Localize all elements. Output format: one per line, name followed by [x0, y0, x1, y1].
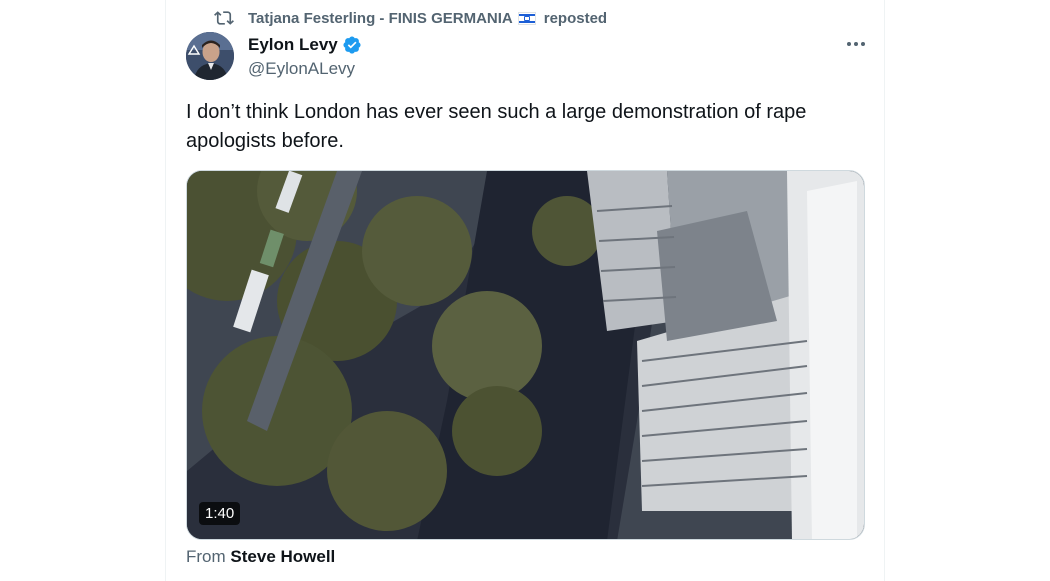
media-source: From Steve Howell — [186, 547, 335, 567]
tweet-text: I don’t think London has ever seen such … — [186, 101, 807, 152]
video-duration: 1:40 — [199, 502, 241, 525]
tweet-column: Tatjana Festerling - FINIS GERMANIA repo… — [165, 0, 885, 581]
more-options-icon[interactable] — [841, 34, 871, 54]
repost-banner[interactable]: Tatjana Festerling - FINIS GERMANIA repo… — [214, 8, 607, 28]
verified-badge-icon — [343, 36, 361, 54]
video-player[interactable]: 1:40 — [186, 170, 865, 540]
avatar[interactable] — [186, 32, 234, 80]
israel-flag-icon — [517, 11, 536, 25]
author-block: Eylon Levy @EylonALevy — [248, 35, 362, 79]
source-prefix: From — [186, 547, 226, 566]
author-handle[interactable]: @EylonALevy — [248, 59, 362, 79]
author-name[interactable]: Eylon Levy — [248, 35, 338, 55]
repost-user[interactable]: Tatjana Festerling - FINIS GERMANIA — [248, 10, 513, 27]
repost-icon — [214, 11, 234, 25]
aerial-crowd-video-thumbnail — [187, 171, 864, 539]
repost-action: reposted — [543, 9, 608, 27]
source-name-link[interactable]: Steve Howell — [230, 547, 335, 566]
